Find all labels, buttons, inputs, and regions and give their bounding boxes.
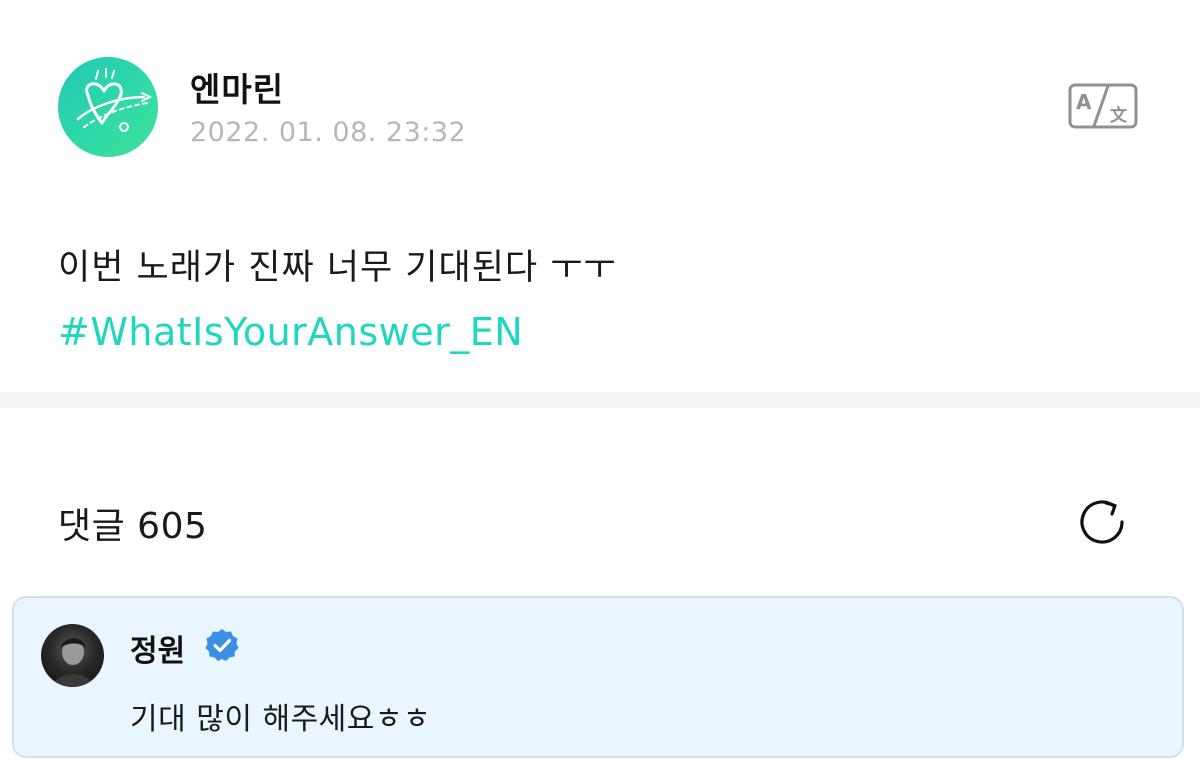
post-detail-page: 엔마린 2022. 01. 08. 23:32 A 文 이번 노래가 진짜 너무… xyxy=(0,0,1200,781)
heart-doodle-icon xyxy=(76,68,153,132)
svg-text:A: A xyxy=(1076,90,1092,114)
post-text: 이번 노래가 진짜 너무 기대된다 ㅜㅜ xyxy=(58,248,617,288)
hashtag-link[interactable]: #WhatIsYourAnswer_EN xyxy=(58,306,1138,358)
translate-button[interactable]: A 文 xyxy=(1068,83,1138,129)
comments-header: 댓글 605 xyxy=(58,493,1138,553)
comment-text: 기대 많이 해주세요ㅎㅎ xyxy=(130,702,432,737)
post-timestamp: 2022. 01. 08. 23:32 xyxy=(190,117,467,148)
author-avatar[interactable] xyxy=(58,57,158,157)
author-name[interactable]: 엔마린 xyxy=(190,63,284,111)
refresh-icon xyxy=(1080,500,1124,544)
verified-badge-icon xyxy=(205,629,239,661)
comment-card[interactable]: 정원 기대 많이 해주세요ㅎㅎ xyxy=(12,596,1184,758)
svg-text:文: 文 xyxy=(1110,105,1128,126)
post-body: 이번 노래가 진짜 너무 기대된다 ㅜㅜ #WhatIsYourAnswer_E… xyxy=(58,242,1138,358)
profile-photo-icon xyxy=(53,638,93,687)
post-header: 엔마린 2022. 01. 08. 23:32 A 文 xyxy=(58,57,1148,157)
commenter-name[interactable]: 정원 xyxy=(130,626,185,670)
translate-icon: A 文 xyxy=(1068,83,1138,129)
refresh-comments-button[interactable] xyxy=(1073,493,1131,551)
section-divider xyxy=(0,392,1200,408)
commenter-avatar[interactable] xyxy=(41,624,104,687)
comments-count-label: 댓글 605 xyxy=(58,506,208,547)
